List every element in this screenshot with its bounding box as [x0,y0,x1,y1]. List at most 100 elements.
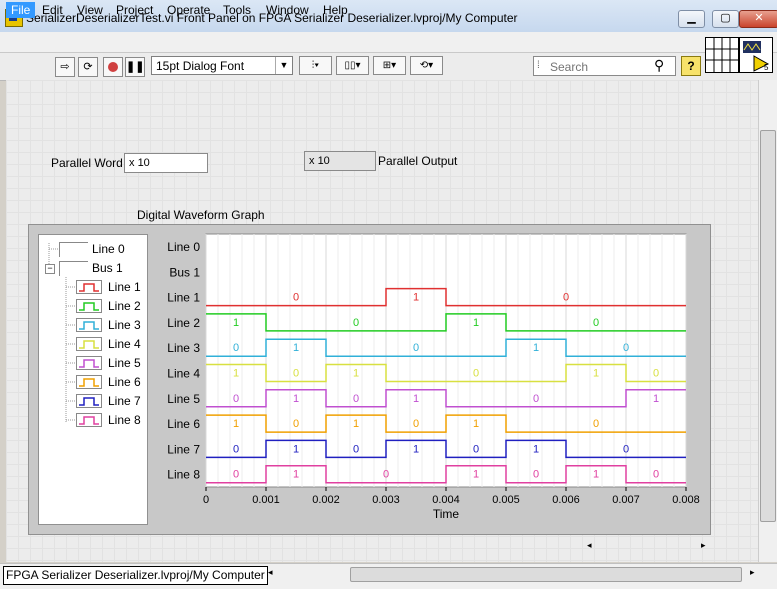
legend-swatch[interactable] [76,375,102,389]
bit-label: 1 [353,418,359,430]
parallel-output-label: Parallel Output [378,154,458,168]
bit-label: 1 [233,418,239,430]
waveform-swatch-icon [79,340,99,349]
x-tick-label: 0.003 [372,494,400,506]
menu-edit[interactable]: Edit [37,2,68,18]
minimize-button[interactable]: ▁ [678,10,705,28]
bit-label: 1 [353,368,359,380]
run-button[interactable]: ⇨ [55,57,75,77]
bit-label: 0 [623,342,629,354]
legend-line0[interactable]: Line 0 [92,242,125,256]
close-button[interactable]: ✕ [739,10,777,28]
search-icon[interactable]: ⚲ [654,57,664,74]
abort-button[interactable] [103,57,123,77]
run-continuously-button[interactable]: ⟳ [78,57,98,77]
align-objects-button[interactable]: ⫶▾ [299,56,332,75]
x-tick-label: 0.004 [432,494,460,506]
resize-icon: ⊞▾ [382,60,397,71]
legend-swatch[interactable] [76,394,102,408]
bit-label: 1 [233,317,239,329]
parallel-output-value: 10 [317,155,330,167]
status-context: FPGA Serializer Deserializer.lvproj/My C… [3,566,268,585]
legend-line-label[interactable]: Line 6 [108,375,141,389]
menu-file[interactable]: File [6,2,36,18]
menu-tools[interactable]: Tools [218,2,256,18]
x-tick-label: 0.007 [612,494,640,506]
bit-label: 1 [473,418,479,430]
connector-pane-icon [706,38,738,72]
row-label: Line 4 [167,367,200,381]
x-tick-label: 0.006 [552,494,580,506]
legend-line-label[interactable]: Line 4 [108,337,141,351]
menu-view[interactable]: View [72,2,108,18]
stop-icon [108,62,118,73]
horizontal-scroll-thumb[interactable] [350,567,742,582]
font-select-value: 15pt Dialog Font [156,59,245,73]
legend-line-label[interactable]: Line 5 [108,356,141,370]
connector-pane[interactable] [705,37,739,73]
waveform-plot: Line 0 Bus 1 Line 1 Line 2 Line 3 Line 4 Line … [167,233,700,521]
legend-swatch[interactable] [76,413,102,427]
distribute-objects-button[interactable]: ▯▯▾ [336,56,369,75]
legend-line-label[interactable]: Line 8 [108,413,141,427]
bit-label: 0 [353,317,359,329]
legend-swatch[interactable] [76,356,102,370]
bit-label: 1 [293,443,299,455]
vertical-scroll-thumb[interactable] [760,130,776,522]
legend-line-label[interactable]: Line 3 [108,318,141,332]
reorder-button[interactable]: ⟲▾ [410,56,443,75]
search-input[interactable] [548,59,652,75]
legend-swatch[interactable] [76,318,102,332]
bit-label: 1 [473,469,479,481]
graph-scrollbar[interactable]: ◂ ▸ [583,536,711,552]
bit-label: 0 [533,393,539,405]
bus1-swatch[interactable] [59,261,88,276]
pause-button[interactable]: ❚❚ [125,57,145,77]
bit-label: 0 [383,469,389,481]
legend-swatch[interactable] [76,337,102,351]
legend-bus1[interactable]: Bus 1 [92,261,123,275]
bit-label: 1 [533,443,539,455]
legend-line-label[interactable]: Line 2 [108,299,141,313]
parallel-word-control[interactable]: x 10 [124,153,208,173]
bit-label: 0 [413,418,419,430]
maximize-button[interactable]: ▢ [712,10,739,28]
bit-label: 1 [293,393,299,405]
bit-label: 1 [653,393,659,405]
legend-swatch[interactable] [76,299,102,313]
collapse-icon[interactable]: − [45,264,55,274]
bit-label: 0 [233,469,239,481]
legend-line-label[interactable]: Line 7 [108,394,141,408]
line0-swatch[interactable] [59,242,88,257]
resize-objects-button[interactable]: ⊞▾ [373,56,406,75]
row-label: Line 5 [167,392,200,406]
align-icon: ⫶▾ [311,60,320,71]
search-box[interactable]: ⁞ ⚲ [533,56,676,76]
menu-operate[interactable]: Operate [162,2,215,18]
bit-label: 1 [233,368,239,380]
menu-help[interactable]: Help [318,2,353,18]
legend-swatch[interactable] [76,280,102,294]
menu-window[interactable]: Window [261,2,314,18]
legend-line-label[interactable]: Line 1 [108,280,141,294]
bit-label: 1 [593,368,599,380]
scroll-left-icon[interactable]: ◂ [587,540,592,550]
row-label: Line 0 [167,240,200,254]
row-label: Line 8 [167,468,200,482]
menu-project[interactable]: Project [111,2,158,18]
plot-legend-tree: Line 0 − Bus 1 Line 1 Line 2 Line 3 Line 4 L… [38,234,148,525]
bit-label: 1 [413,292,419,304]
radix-indicator[interactable]: x [129,157,135,169]
row-label: Bus 1 [169,265,200,279]
scroll-left-icon[interactable]: ◂ [268,567,273,578]
bit-label: 1 [533,342,539,354]
scroll-right-icon[interactable]: ▸ [701,540,706,550]
scroll-right-icon[interactable]: ▸ [750,567,755,578]
context-help-button[interactable]: ? [681,56,701,76]
waveform-swatch-icon [79,378,99,387]
vi-icon[interactable]: 5 [739,37,773,73]
x-tick-label: 0.008 [672,494,700,506]
font-select[interactable]: 15pt Dialog Font ▼ [151,56,293,75]
pause-icon: ❚❚ [126,61,145,73]
bit-label: 0 [233,443,239,455]
